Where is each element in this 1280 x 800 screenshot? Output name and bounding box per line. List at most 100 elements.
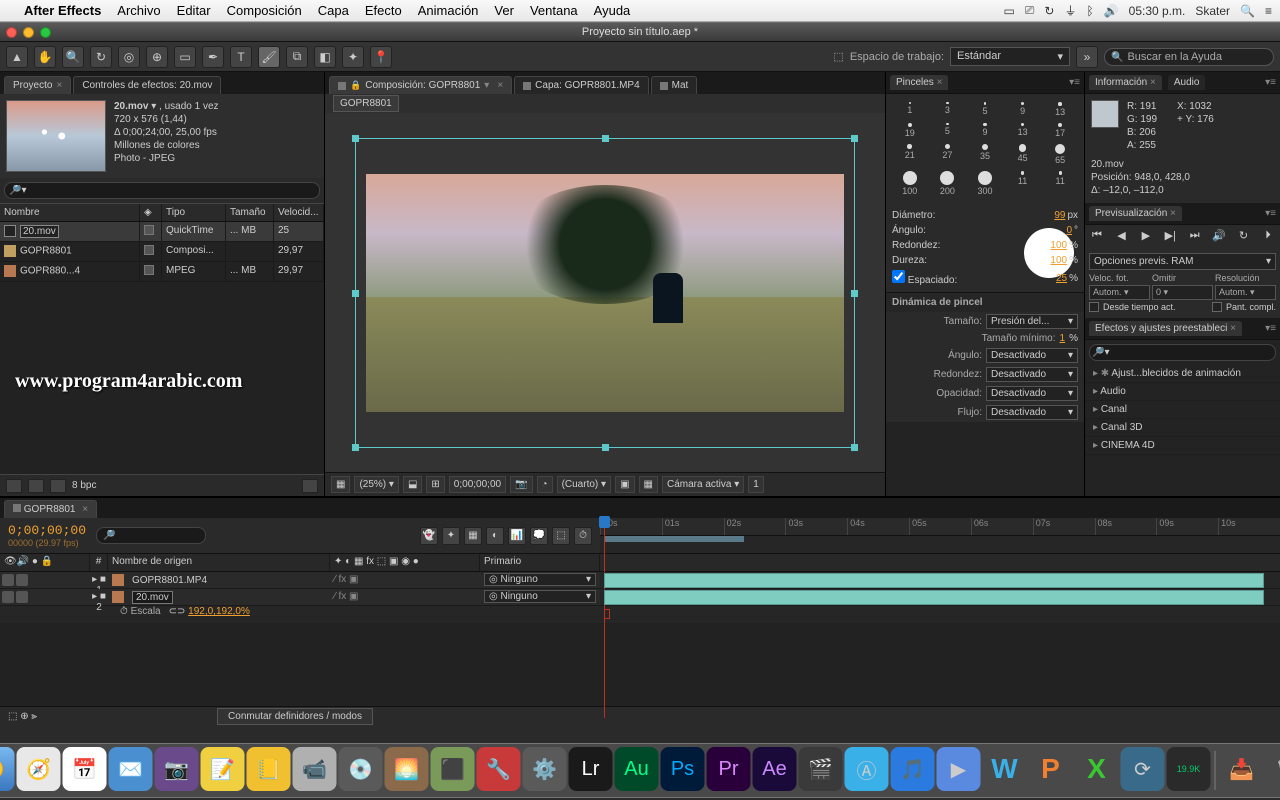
close-icon[interactable]: × [497,80,503,91]
effects-presets-tab[interactable]: Efectos y ajustes preestableci × [1089,321,1242,336]
play-button[interactable]: ▶ [1138,229,1154,245]
brush-preset[interactable]: 45 [1005,142,1041,167]
brush-preset[interactable]: 5 [930,121,966,140]
pen-tool[interactable]: ✒ [202,46,224,68]
brush-preset[interactable]: 13 [1042,100,1078,119]
brush-preset[interactable]: 11 [1042,169,1078,198]
camera-tool[interactable]: ◎ [118,46,140,68]
appstore-icon[interactable]: Ⓐ [845,747,889,791]
fast-preview[interactable]: ⬓ [403,476,422,493]
parent-select[interactable]: ◎ Ninguno▾ [484,573,596,586]
scale-value[interactable]: 192,0,192,0% [188,606,250,617]
fcpx-icon[interactable]: 🎬 [799,747,843,791]
panel-menu-icon[interactable]: ▾≡ [1265,323,1276,334]
info-tab[interactable]: Información × [1089,75,1162,90]
menu-animacion[interactable]: Animación [418,3,479,18]
dyn-select[interactable]: Presión del...▾ [986,314,1078,329]
res-select[interactable]: Autom. ▾ [1215,285,1276,300]
comp-viewer[interactable] [325,113,885,472]
trash-icon[interactable] [302,479,318,493]
parent-header[interactable]: Primario [480,554,600,571]
menubar-bluetooth-icon[interactable]: ᛒ [1086,4,1093,18]
brush-preset[interactable]: 21 [892,142,928,167]
safari-icon[interactable]: 🧭 [17,747,61,791]
work-area[interactable] [604,536,744,542]
angle-value[interactable]: 0 [1066,225,1072,236]
word-icon[interactable]: W [983,747,1027,791]
dyn-select[interactable]: Desactivado▾ [986,386,1078,401]
dyn-select[interactable]: Desactivado▾ [986,367,1078,382]
app-name[interactable]: After Effects [24,3,101,18]
puppet-tool[interactable]: 📍 [370,46,392,68]
window-close-button[interactable] [6,27,17,38]
effects-search[interactable] [1089,344,1276,361]
panel-menu-icon[interactable]: ▾≡ [1265,208,1276,219]
toggle-switches-modes[interactable]: Conmutar definidores / modos [217,708,373,725]
spacing-value[interactable]: 25 [1056,273,1067,284]
menubar-clock[interactable]: 05:30 p.m. [1129,4,1186,18]
ram-preview-options[interactable]: Opciones previs. RAM▾ [1089,253,1276,270]
dvd-icon[interactable]: 💿 [339,747,383,791]
brush-preset[interactable]: 300 [967,169,1003,198]
view-count[interactable]: 1 [748,476,764,493]
calendar-icon[interactable]: 📅 [63,747,107,791]
spotlight-icon[interactable]: 🔍 [1240,4,1255,18]
utility-icon[interactable]: 🔧 [477,747,521,791]
brush-tool[interactable]: 🖌 [258,46,280,68]
brushes-tab[interactable]: Pinceles × [890,75,948,90]
brush-preset[interactable]: 5 [967,100,1003,119]
menubar-tv-icon[interactable]: ▭ [1003,4,1014,18]
hand-tool[interactable]: ✋ [34,46,56,68]
iphoto-icon[interactable]: 🌅 [385,747,429,791]
roto-tool[interactable]: ✦ [342,46,364,68]
brush-preset[interactable]: 13 [1005,121,1041,140]
tl-foot-toggle[interactable]: ⬚ ⊕ ⫸ [8,711,37,722]
itunes-icon[interactable]: 🎵 [891,747,935,791]
audition-icon[interactable]: Au [615,747,659,791]
timeline-layer[interactable]: ▸ ■ 220.mov⁄ fx ▣◎ Ninguno▾ [0,589,1280,606]
project-search[interactable] [4,182,320,199]
effect-category[interactable]: Canal 3D [1085,419,1280,437]
resolution-select[interactable]: (Cuarto) [557,476,612,493]
menu-ventana[interactable]: Ventana [530,3,578,18]
alpha-toggle[interactable]: ▦ [331,476,350,493]
rect-tool[interactable]: ▭ [174,46,196,68]
brush-preset[interactable]: 9 [967,121,1003,140]
photo-booth-icon[interactable]: 📷 [155,747,199,791]
photoshop-icon[interactable]: Ps [661,747,705,791]
brush-preset[interactable]: 200 [930,169,966,198]
menubar-display-icon[interactable]: ⎚ [1025,3,1035,18]
menu-editar[interactable]: Editar [177,3,211,18]
menu-efecto[interactable]: Efecto [365,3,402,18]
transform-handle[interactable] [602,444,609,451]
transform-handle[interactable] [851,444,858,451]
tl-icon-graph[interactable]: 📊 [508,527,526,545]
menu-composicion[interactable]: Composición [227,3,302,18]
transform-handle[interactable] [851,135,858,142]
trash-icon[interactable]: 🗑 [1266,747,1280,791]
project-item[interactable]: GOPR8801Composi...29,97 [0,242,324,262]
effect-category[interactable]: CINEMA 4D [1085,437,1280,455]
brush-preset[interactable]: 100 [892,169,928,198]
roi-icon[interactable]: ▣ [615,476,634,493]
screenflow-icon[interactable]: ▶ [937,747,981,791]
fullscreen-checkbox[interactable] [1212,302,1222,312]
utorrent-icon[interactable]: ⟳ [1121,747,1165,791]
roundness-value[interactable]: 100 [1050,240,1067,251]
new-folder-icon[interactable] [28,479,44,493]
premiere-icon[interactable]: Pr [707,747,751,791]
terminal-icon[interactable]: ⬛ [431,747,475,791]
col-type[interactable]: Tipo [162,204,226,221]
text-tool[interactable]: T [230,46,252,68]
from-current-checkbox[interactable] [1089,302,1099,312]
ram-preview-button[interactable]: ⏵ [1260,229,1276,245]
transparency-grid[interactable]: ⊞ [426,476,444,493]
project-item[interactable]: GOPR880...4MPEG... MB29,97 [0,262,324,282]
brush-preset[interactable]: 1 [892,100,928,119]
timeline-search[interactable] [96,527,206,544]
project-item[interactable]: 20.movQuickTime... MB25 [0,222,324,242]
effect-category[interactable]: Ajust...blecidos de animación [1085,365,1280,383]
brush-preset[interactable]: 65 [1042,142,1078,167]
material-tab[interactable]: Mat [651,76,698,94]
help-search[interactable]: Buscar en la Ayuda [1104,48,1274,66]
